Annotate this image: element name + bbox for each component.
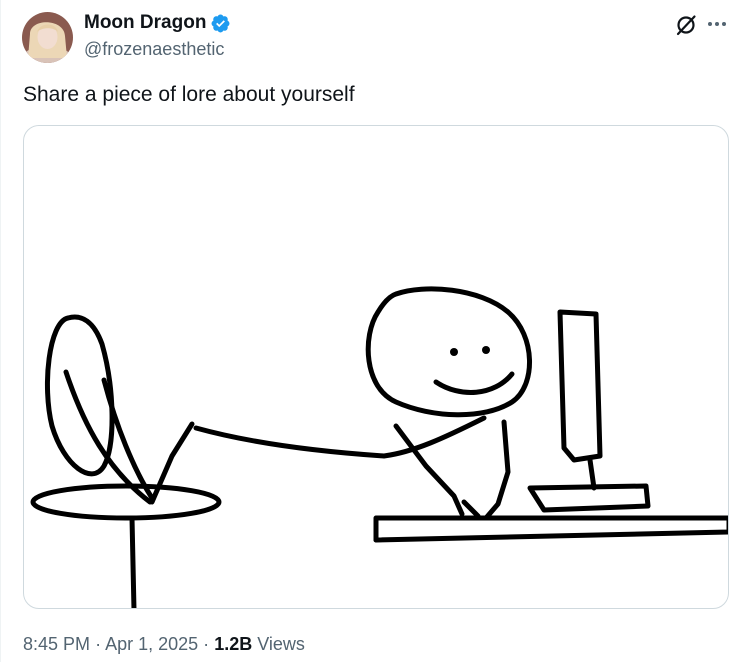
tweet-metadata: 8:45 PM · Apr 1, 2025 · 1.2B Views — [23, 634, 305, 655]
timeline-left-border — [0, 0, 1, 662]
verified-badge-icon[interactable] — [210, 13, 231, 34]
tweet-media-image[interactable] — [23, 125, 729, 609]
more-icon[interactable] — [704, 12, 730, 36]
author-handle[interactable]: @frozenaesthetic — [84, 39, 224, 60]
views-label[interactable]: Views — [257, 634, 305, 654]
stick-figure-at-computer-drawing — [30, 286, 728, 608]
author-name-row: Moon Dragon — [84, 12, 231, 34]
meta-separator: · — [95, 634, 102, 654]
author-display-name[interactable]: Moon Dragon — [84, 12, 206, 34]
grok-icon[interactable] — [675, 14, 697, 36]
avatar[interactable] — [22, 12, 73, 63]
tweet-text: Share a piece of lore about yourself — [23, 83, 355, 106]
tweet-time[interactable]: 8:45 PM — [23, 634, 90, 654]
tweet-date[interactable]: Apr 1, 2025 — [105, 634, 198, 654]
meta-separator: · — [203, 634, 210, 654]
views-count[interactable]: 1.2B — [214, 634, 252, 654]
